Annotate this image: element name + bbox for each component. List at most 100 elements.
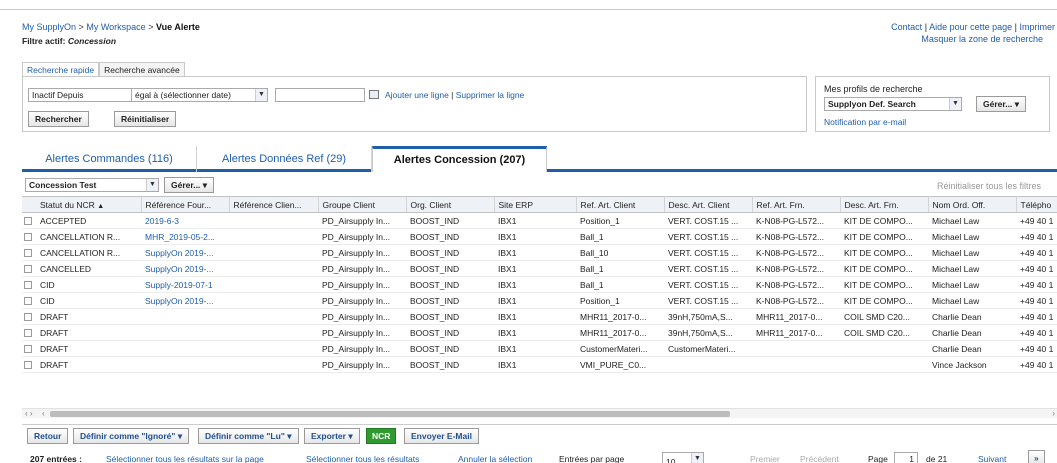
- row-checkbox[interactable]: [24, 249, 32, 258]
- breadcrumb-home[interactable]: My SupplyOn: [22, 22, 76, 32]
- row-checkbox[interactable]: [24, 297, 32, 306]
- table-row[interactable]: CANCELLATION R... MHR_2019-05-2... PD_Airs…: [22, 228, 1057, 245]
- table-row[interactable]: ACCEPTED 2019-6-3 PD_Airsupply In... BOOST_…: [22, 212, 1057, 229]
- next-page-link[interactable]: Suivant: [978, 454, 1006, 463]
- calendar-icon[interactable]: [369, 90, 379, 99]
- scrollbar-thumb[interactable]: [50, 411, 730, 417]
- view-select[interactable]: Concession Test ▼: [25, 178, 159, 192]
- search-button[interactable]: Rechercher: [28, 111, 89, 127]
- contact-link[interactable]: Contact: [891, 22, 922, 32]
- column-header[interactable]: Nom Ord. Off.: [928, 196, 1017, 213]
- per-page-select[interactable]: 10 ▼: [662, 452, 704, 463]
- cell-phone: +49 40 1: [1016, 244, 1057, 261]
- manage-profiles-button[interactable]: Gérer... ▾: [976, 96, 1026, 112]
- export-label: Exporter: [311, 431, 346, 441]
- column-header[interactable]: Desc. Art. Client: [664, 196, 753, 213]
- cell-supplier-ref[interactable]: 2019-6-3: [141, 212, 229, 229]
- table-row[interactable]: CID SupplyOn 2019-... PD_Airsupply In... BO…: [22, 292, 1057, 309]
- row-checkbox[interactable]: [24, 313, 32, 322]
- operator-value: égal à (sélectionner date): [135, 90, 231, 100]
- mark-read-label: Définir comme "Lu": [205, 431, 285, 441]
- cell-customer-org: BOOST_IND: [406, 260, 494, 277]
- cell-customer-org: BOOST_IND: [406, 356, 494, 373]
- manage-view-button[interactable]: Gérer... ▾: [164, 177, 214, 193]
- breadcrumb-workspace[interactable]: My Workspace: [86, 22, 145, 32]
- previous-page-link[interactable]: Précédent: [800, 454, 839, 463]
- table-row[interactable]: DRAFT PD_Airsupply In... BOOST_IND IBX1 MHR1…: [22, 308, 1057, 325]
- row-checkbox[interactable]: [24, 329, 32, 338]
- cell-supplier-ref[interactable]: SupplyOn 2019-...: [141, 244, 229, 261]
- row-checkbox[interactable]: [24, 281, 32, 290]
- tab-order-alerts[interactable]: Alertes Commandes (116): [22, 146, 197, 172]
- row-checkbox[interactable]: [24, 233, 32, 242]
- send-email-button[interactable]: Envoyer E-Mail: [404, 428, 479, 444]
- cell-customer-ref: [229, 292, 318, 309]
- help-link[interactable]: Aide pour cette page: [929, 22, 1012, 32]
- mark-ignored-button[interactable]: Définir comme "Ignoré" ▾: [73, 428, 190, 444]
- ncr-button[interactable]: NCR: [366, 428, 397, 444]
- table-row[interactable]: DRAFT PD_Airsupply In... BOOST_IND IBX1 Cust…: [22, 340, 1057, 357]
- tab-quick-search[interactable]: Recherche rapide: [22, 62, 100, 76]
- row-checkbox[interactable]: [24, 217, 32, 226]
- cell-ncr-status: DRAFT: [36, 340, 141, 357]
- row-checkbox[interactable]: [24, 345, 32, 354]
- column-header[interactable]: Org. Client: [406, 196, 495, 213]
- cell-ncr-status: CANCELLED: [36, 260, 141, 277]
- first-page-link[interactable]: Premier: [750, 454, 780, 463]
- column-header[interactable]: Ref. Art. Client: [576, 196, 665, 213]
- active-filter-value: Concession: [67, 36, 117, 46]
- print-link[interactable]: Imprimer: [1020, 22, 1056, 32]
- last-page-button[interactable]: »: [1028, 450, 1045, 463]
- column-header[interactable]: Référence Clien...: [229, 196, 319, 213]
- table-row[interactable]: CANCELLATION R... SupplyOn 2019-... PD_Air…: [22, 244, 1057, 261]
- reset-all-filters-link[interactable]: Réinitialiser tous les filtres: [937, 181, 1041, 191]
- select-all-link[interactable]: Sélectionner tous les résultats: [306, 454, 419, 463]
- tab-advanced-search[interactable]: Recherche avancée: [99, 62, 185, 76]
- cell-customer-article-desc: VERT. COST.15 ...: [664, 212, 752, 229]
- active-filter-label: Filtre actif:: [22, 36, 66, 46]
- table-row[interactable]: CID Supply-2019-07-1 PD_Airsupply In... BOO…: [22, 276, 1057, 293]
- page-count: de 21: [926, 454, 948, 463]
- page-input[interactable]: 1: [894, 452, 918, 463]
- select-page-link[interactable]: Sélectionner tous les résultats sur la p…: [106, 454, 264, 463]
- search-field-select[interactable]: Inactif Depuis ▼: [28, 88, 144, 102]
- scroll-left-icon[interactable]: ‹ ›: [25, 409, 33, 419]
- mark-read-button[interactable]: Définir comme "Lu" ▾: [198, 428, 299, 444]
- column-header[interactable]: Télépho: [1016, 196, 1057, 213]
- email-notification-link[interactable]: Notification par e-mail: [824, 117, 906, 127]
- tab-ref-data-alerts[interactable]: Alertes Données Ref (29): [197, 146, 372, 172]
- column-header[interactable]: Référence Four...: [141, 196, 230, 213]
- link-separator: |: [924, 22, 928, 32]
- table-row[interactable]: DRAFT PD_Airsupply In... BOOST_IND IBX1 MHR1…: [22, 324, 1057, 341]
- column-header[interactable]: Desc. Art. Frn.: [840, 196, 929, 213]
- export-button[interactable]: Exporter ▾: [304, 428, 360, 444]
- reset-button[interactable]: Réinitialiser: [114, 111, 177, 127]
- column-header[interactable]: Groupe Client: [318, 196, 407, 213]
- remove-line-link[interactable]: Supprimer la ligne: [456, 90, 525, 100]
- add-line-link[interactable]: Ajouter une ligne: [385, 90, 449, 100]
- horizontal-scrollbar[interactable]: ‹ › ‹ ›: [22, 408, 1057, 418]
- alert-tabs: Alertes Commandes (116) Alertes Données …: [22, 146, 1057, 172]
- cell-supplier-ref[interactable]: Supply-2019-07-1: [141, 276, 229, 293]
- column-header[interactable]: Site ERP: [494, 196, 577, 213]
- tab-concession-alerts[interactable]: Alertes Concession (207): [372, 146, 547, 172]
- date-input[interactable]: [275, 88, 365, 102]
- column-header-ncr-status[interactable]: Statut du NCR ▲: [36, 196, 142, 213]
- cell-supplier-ref[interactable]: MHR_2019-05-2...: [141, 228, 229, 245]
- cell-supplier-ref[interactable]: SupplyOn 2019-...: [141, 260, 229, 277]
- back-button[interactable]: Retour: [27, 428, 69, 444]
- cell-supplier-ref[interactable]: SupplyOn 2019-...: [141, 292, 229, 309]
- column-header[interactable]: Ref. Art. Frn.: [752, 196, 841, 213]
- hide-search-link[interactable]: Masquer la zone de recherche: [921, 34, 1043, 44]
- operator-select[interactable]: égal à (sélectionner date) ▼: [131, 88, 268, 102]
- table-row[interactable]: CANCELLED SupplyOn 2019-... PD_Airsupply I…: [22, 260, 1057, 277]
- cell-buyer-name: Michael Law: [928, 244, 1016, 261]
- profile-select[interactable]: Supplyon Def. Search ▼: [824, 97, 962, 111]
- cell-erp-site: IBX1: [494, 340, 576, 357]
- row-checkbox[interactable]: [24, 361, 32, 370]
- cancel-selection-link[interactable]: Annuler la sélection: [458, 454, 532, 463]
- row-checkbox[interactable]: [24, 265, 32, 274]
- table-row[interactable]: DRAFT PD_Airsupply In... BOOST_IND IBX1 VMI_…: [22, 356, 1057, 373]
- scroll-right-icon[interactable]: ›: [1052, 409, 1055, 419]
- scroll-start-icon[interactable]: ‹: [42, 409, 45, 419]
